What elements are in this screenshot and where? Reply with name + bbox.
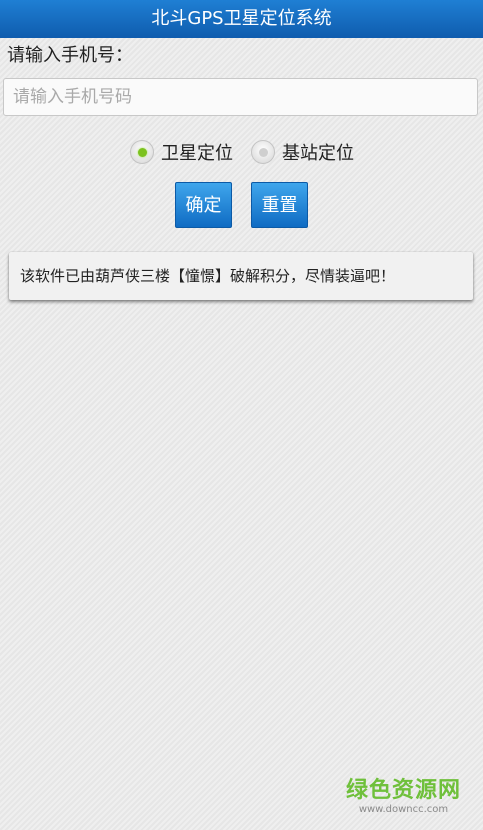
phone-label: 请输入手机号： (7, 45, 133, 66)
watermark-main: 绿色资源网 (345, 778, 461, 803)
base-station-radio-label: 基站定位 (282, 143, 354, 164)
reset-button[interactable]: 重置 (251, 182, 308, 228)
notice-text: 该软件已由葫芦侠三楼【憧憬】破解积分，尽情装逼吧！ (20, 267, 396, 285)
phone-input[interactable] (3, 78, 478, 116)
app-title: 北斗GPS卫星定位系统 (151, 8, 332, 29)
radio-checked-icon (130, 140, 154, 164)
satellite-radio-label: 卫星定位 (161, 143, 233, 164)
watermark-url: www.downcc.com (358, 804, 449, 815)
satellite-radio[interactable]: 卫星定位 (130, 138, 233, 166)
confirm-button[interactable]: 确定 (175, 182, 232, 228)
notice-banner: 该软件已由葫芦侠三楼【憧憬】破解积分，尽情装逼吧！ (9, 252, 473, 300)
watermark-logo: 绿色资源网 www.downcc.com (346, 778, 461, 816)
title-bar: 北斗GPS卫星定位系统 (0, 0, 483, 38)
base-station-radio[interactable]: 基站定位 (251, 138, 354, 166)
radio-unchecked-icon (251, 140, 275, 164)
locate-mode-radio-group: 卫星定位 基站定位 (0, 138, 483, 166)
